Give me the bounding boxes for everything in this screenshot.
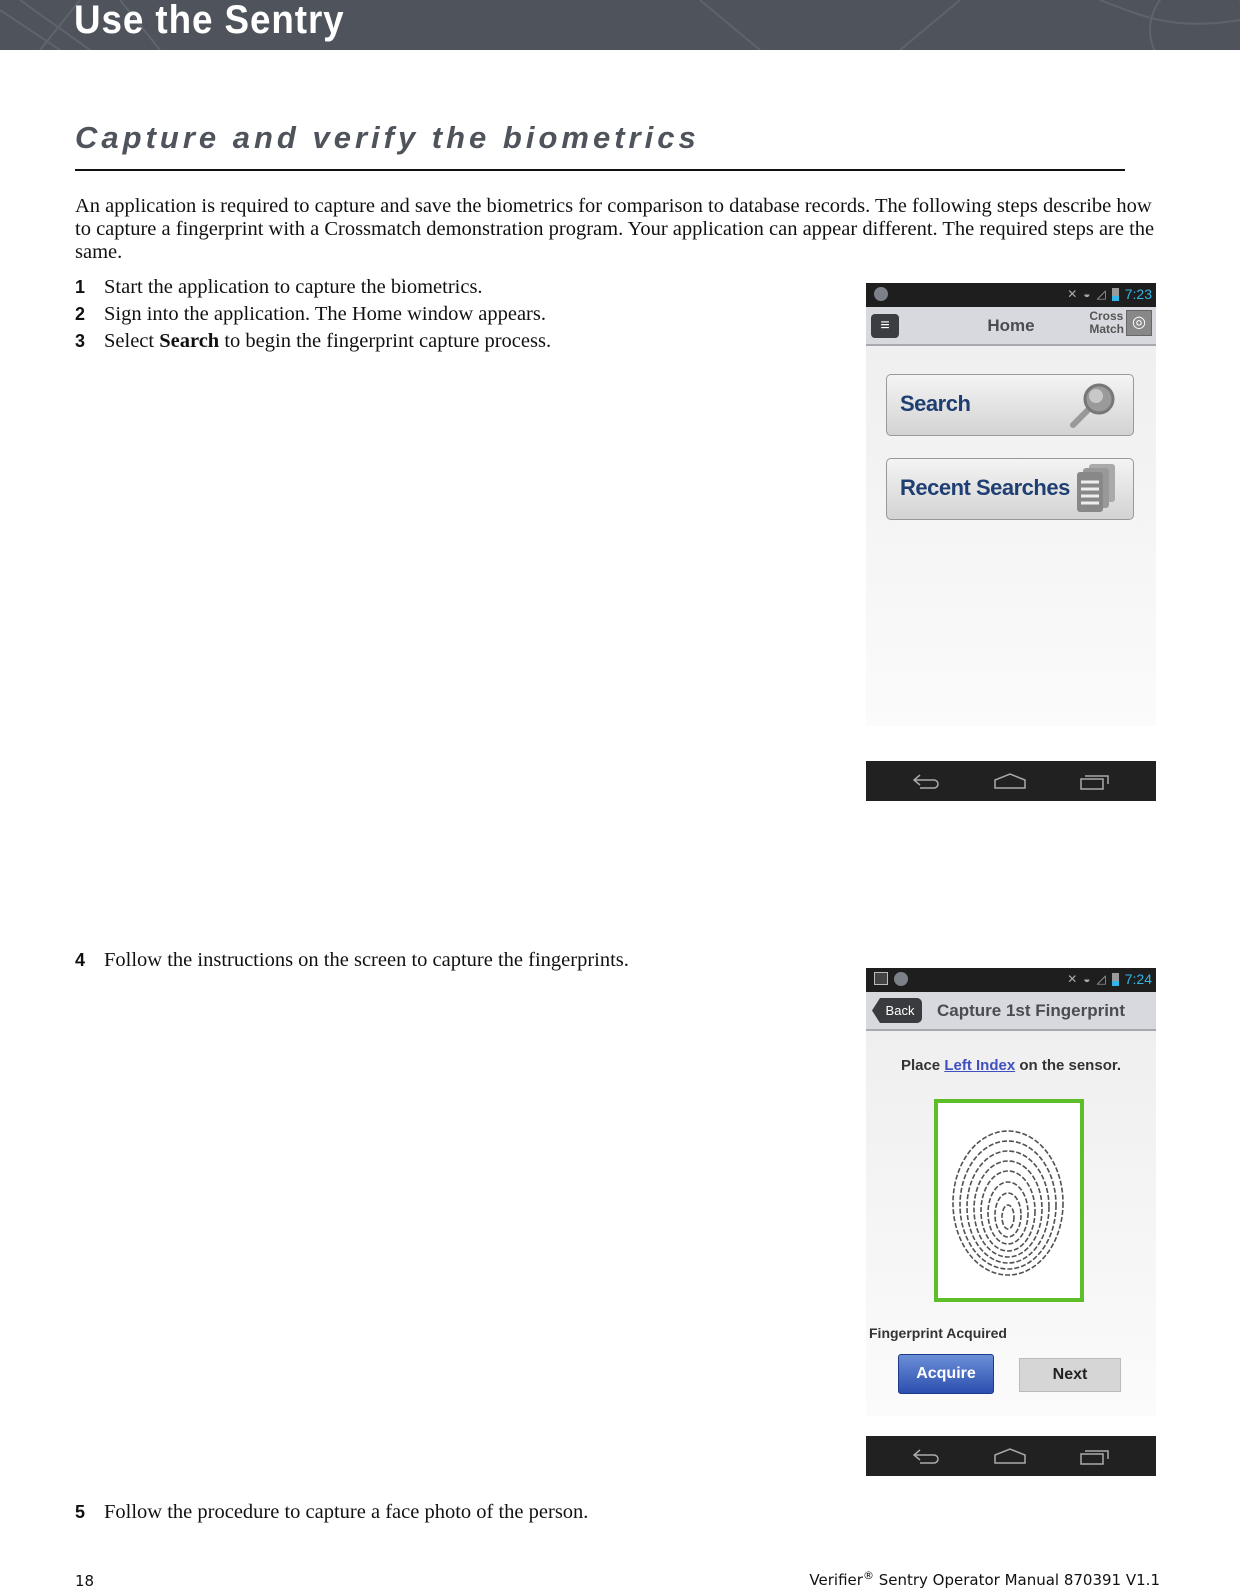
- instruction-text: Place: [900, 1057, 945, 1074]
- action-bar: ≡ Home Cross Match ◎: [866, 307, 1156, 346]
- step-bold-term: Search: [159, 330, 220, 352]
- wifi-icon: ◒: [1083, 287, 1091, 301]
- android-nav-bar: [866, 761, 1156, 801]
- instruction-text: on the sensor.: [1015, 1057, 1122, 1074]
- step-text: Sign into the application. The Home wind…: [104, 303, 546, 325]
- home-nav-icon[interactable]: [994, 772, 1026, 790]
- android-nav-bar: [866, 1436, 1156, 1476]
- registered-mark: ®: [862, 1569, 874, 1582]
- capture-instruction: Place Left Index on the sensor.: [866, 1057, 1156, 1074]
- home-screen-screenshot: ✕ ◒ ◿ 7:23 ≡ Home Cross Match ◎ Search Re…: [866, 283, 1156, 726]
- action-bar: Back Capture 1st Fingerprint: [866, 992, 1156, 1031]
- back-nav-icon[interactable]: [912, 772, 940, 790]
- logo-line2: Match: [1089, 322, 1124, 336]
- status-bar: ✕ ◒ ◿ 7:23: [866, 283, 1156, 307]
- search-button-label: Search: [900, 391, 971, 416]
- page-number: 18: [75, 1572, 95, 1590]
- wifi-icon: ◒: [1083, 972, 1091, 986]
- back-nav-icon[interactable]: [912, 1447, 940, 1465]
- mute-icon: ✕: [1067, 287, 1078, 301]
- intro-paragraph: An application is required to capture an…: [75, 195, 1155, 263]
- battery-icon: [1111, 972, 1119, 986]
- document-stack-icon: [1077, 464, 1115, 512]
- mute-icon: ✕: [1067, 972, 1078, 986]
- step-3: 3 Select Search to begin the fingerprint …: [75, 329, 551, 353]
- fingerprint-image: [952, 1130, 1064, 1276]
- step-5: 5 Follow the procedure to capture a face …: [75, 1500, 588, 1524]
- step-1: 1 Start the application to capture the bi…: [75, 275, 483, 299]
- capture-screen-screenshot: ✕ ◒ ◿ 7:24 Back Capture 1st Fingerprint …: [866, 968, 1156, 1416]
- capture-status: Fingerprint Acquired: [869, 1325, 1007, 1341]
- step-number: 5: [75, 1502, 86, 1522]
- acquire-button[interactable]: Acquire: [898, 1354, 994, 1394]
- step-number: 2: [75, 304, 86, 324]
- fingerprint-preview-frame: [934, 1099, 1084, 1302]
- screen-title: Capture 1st Fingerprint: [937, 1001, 1125, 1020]
- status-time: 7:23: [1124, 286, 1152, 302]
- home-nav-icon[interactable]: [994, 1447, 1026, 1465]
- section-divider: [75, 169, 1125, 171]
- manual-info: Sentry Operator Manual 870391 V1.1: [873, 1571, 1160, 1589]
- step-number: 1: [75, 277, 86, 297]
- recent-searches-button[interactable]: Recent Searches: [886, 458, 1134, 520]
- chapter-banner: Use the Sentry: [0, 0, 1240, 50]
- step-4: 4 Follow the instructions on the screen t…: [75, 948, 629, 972]
- finger-name-link[interactable]: Left Index: [944, 1057, 1015, 1074]
- step-text: Start the application to capture the bio…: [104, 276, 483, 298]
- next-button[interactable]: Next: [1019, 1358, 1121, 1392]
- home-content: Search Recent Searches: [866, 346, 1156, 726]
- section-title: Capture and verify the biometrics: [75, 120, 700, 155]
- crossmatch-logo: Cross Match ◎: [1089, 310, 1152, 336]
- signal-icon: ◿: [1096, 972, 1106, 986]
- recent-searches-label: Recent Searches: [900, 475, 1070, 500]
- step-text: Follow the procedure to capture a face p…: [104, 1501, 589, 1523]
- app-notification-icon: [874, 287, 888, 301]
- product-name: Verifier: [809, 1571, 863, 1589]
- fingerprint-logo-icon: ◎: [1126, 310, 1152, 336]
- step-text: Follow the instructions on the screen to…: [104, 949, 629, 971]
- recent-apps-nav-icon[interactable]: [1080, 1447, 1110, 1465]
- chapter-title: Use the Sentry: [74, 0, 345, 42]
- step-text: Select: [104, 330, 160, 352]
- step-number: 3: [75, 331, 86, 351]
- battery-icon: [1111, 287, 1119, 301]
- document-footer: Verifier® Sentry Operator Manual 870391 …: [809, 1569, 1160, 1589]
- step-text: to begin the fingerprint capture process…: [219, 330, 552, 352]
- step-number: 4: [75, 950, 86, 970]
- app-notification-icon: [894, 972, 908, 986]
- magnifier-icon: [1070, 383, 1115, 428]
- status-bar: ✕ ◒ ◿ 7:24: [866, 968, 1156, 992]
- capture-content: Place Left Index on the sensor. Fingerpr…: [866, 1031, 1156, 1416]
- search-button[interactable]: Search: [886, 374, 1134, 436]
- signal-icon: ◿: [1096, 287, 1106, 301]
- image-notification-icon: [874, 972, 888, 985]
- step-2: 2 Sign into the application. The Home win…: [75, 302, 546, 326]
- recent-apps-nav-icon[interactable]: [1080, 772, 1110, 790]
- status-time: 7:24: [1124, 971, 1152, 987]
